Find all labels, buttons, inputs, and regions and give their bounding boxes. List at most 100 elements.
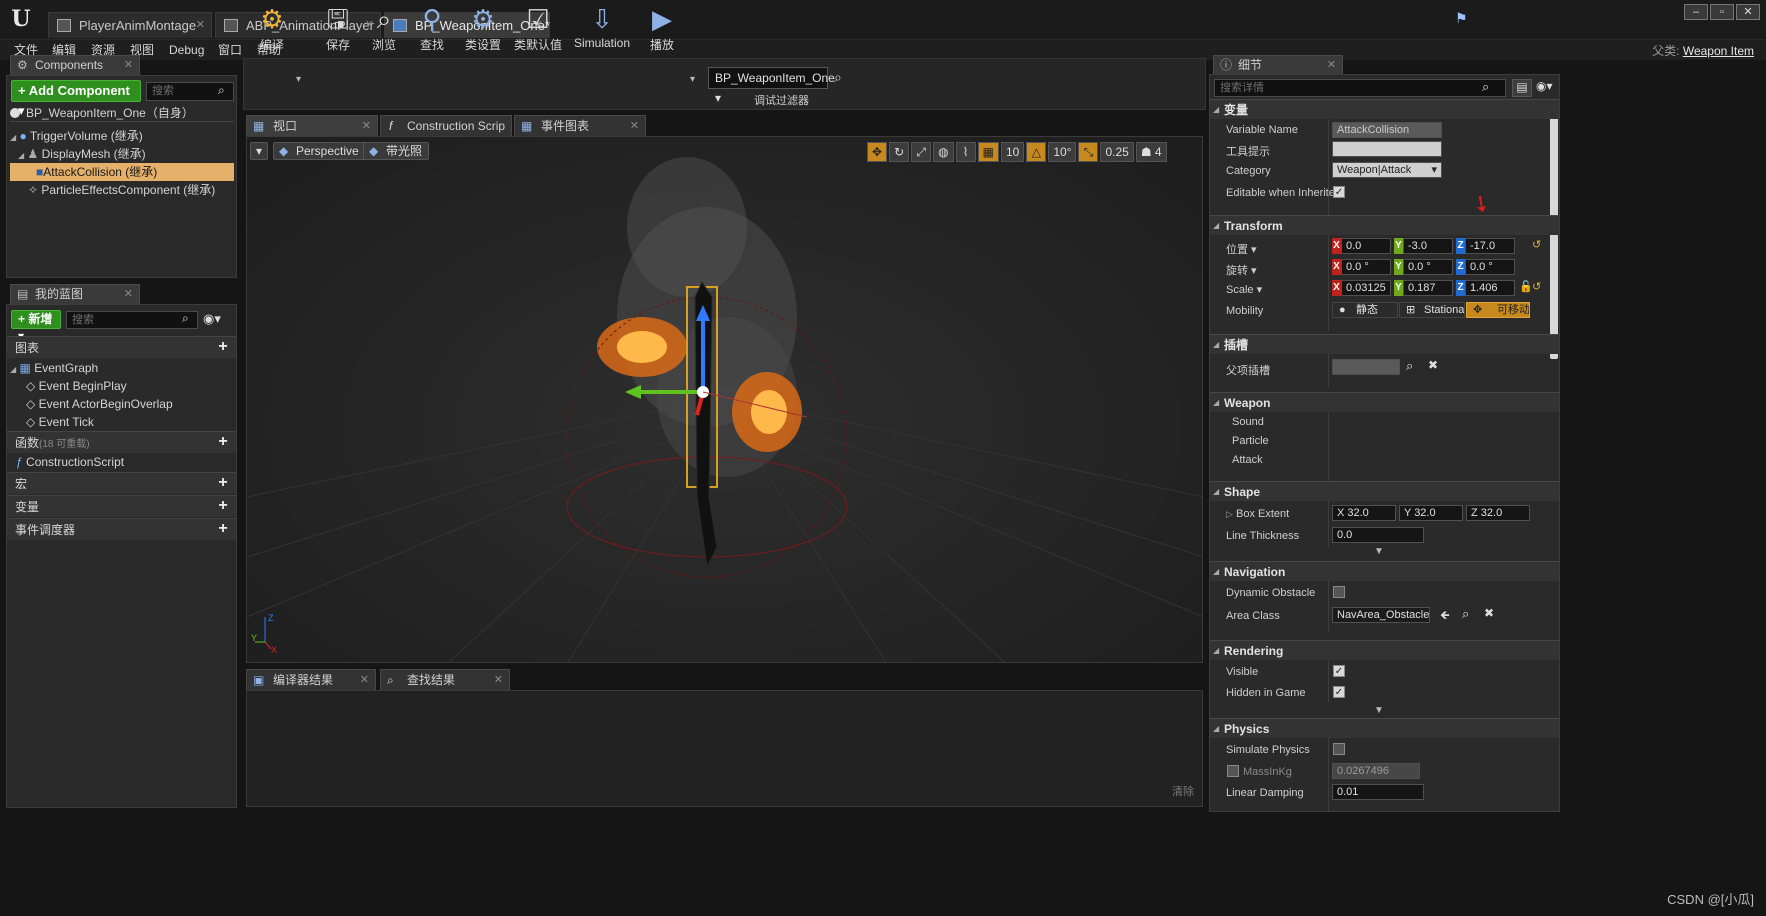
- rotation-y-field[interactable]: 0.0 °: [1403, 259, 1453, 275]
- section-navigation[interactable]: Navigation: [1210, 561, 1559, 582]
- mobility-stationary-option[interactable]: ⊞ Stationa: [1399, 302, 1465, 318]
- tooltip-field[interactable]: [1332, 141, 1442, 157]
- play-options-dropdown[interactable]: ▾: [690, 74, 695, 85]
- rotation-snap-icon[interactable]: △: [1026, 142, 1047, 162]
- event-graph-item[interactable]: ◢ ▦ EventGraph: [10, 359, 234, 377]
- tab-construction-script[interactable]: f Construction Scrip: [380, 115, 512, 136]
- close-icon[interactable]: ✕: [196, 13, 205, 38]
- add-variable-icon[interactable]: +: [216, 498, 230, 514]
- variable-name-field[interactable]: AttackCollision: [1332, 122, 1442, 138]
- blueprint-search-input[interactable]: 搜索: [66, 311, 198, 329]
- class-defaults-button[interactable]: ☑ 类默认值: [510, 2, 566, 52]
- browse-icon[interactable]: ⌕: [1462, 606, 1469, 622]
- component-attack-collision[interactable]: ■AttackCollision (继承): [10, 163, 234, 181]
- tab-compiler-results[interactable]: ▣ 编译器结果 ✕: [246, 669, 376, 690]
- search-icon[interactable]: ⌕: [1482, 79, 1489, 95]
- debug-search-icon[interactable]: ⌕: [834, 69, 842, 86]
- variables-section[interactable]: 变量 +: [7, 495, 236, 517]
- add-macro-icon[interactable]: +: [216, 475, 230, 491]
- use-selected-icon[interactable]: 🡸: [1440, 606, 1450, 627]
- location-y-field[interactable]: -3.0: [1403, 238, 1453, 254]
- area-class-dropdown[interactable]: NavArea_Obstacle ▾: [1332, 607, 1430, 623]
- tab-viewport[interactable]: ▦ 视口 ✕: [246, 115, 378, 136]
- play-button[interactable]: ▶ 播放: [636, 2, 688, 52]
- grid-snap-value[interactable]: 10: [1000, 142, 1025, 162]
- rotation-z-field[interactable]: 0.0 °: [1465, 259, 1515, 275]
- search-icon[interactable]: ⌕: [182, 311, 189, 326]
- find-button[interactable]: ⚲ 查找: [406, 2, 458, 52]
- camera-speed-icon[interactable]: ☗ 4: [1135, 142, 1167, 162]
- surface-snap-icon[interactable]: ⌇: [955, 142, 976, 162]
- parent-class-link[interactable]: Weapon Item: [1683, 44, 1754, 58]
- close-icon[interactable]: ✕: [1327, 56, 1336, 75]
- component-trigger-volume[interactable]: ◢ ● TriggerVolume (继承): [10, 127, 234, 145]
- rotation-label[interactable]: 旋转 ▾: [1226, 262, 1257, 278]
- scale-x-field[interactable]: 0.03125: [1341, 280, 1391, 296]
- section-variable[interactable]: 变量: [1210, 99, 1559, 120]
- section-transform[interactable]: Transform: [1210, 215, 1559, 236]
- doc-tab-player-anim-montage[interactable]: PlayerAnimMontage ✕: [48, 12, 212, 38]
- scale-snap-icon[interactable]: ⤡: [1078, 142, 1099, 162]
- eye-icon[interactable]: ◉▾: [1536, 79, 1553, 93]
- minimize-button[interactable]: –: [1684, 4, 1708, 20]
- expand-icon[interactable]: ◢: [10, 133, 16, 142]
- add-graph-icon[interactable]: +: [216, 339, 230, 355]
- tab-event-graph[interactable]: ▦ 事件图表 ✕: [514, 115, 646, 136]
- location-z-field[interactable]: -17.0: [1465, 238, 1515, 254]
- lit-mode-button[interactable]: ◆ 带光照: [363, 142, 430, 160]
- menu-debug[interactable]: Debug: [169, 40, 204, 60]
- browse-button[interactable]: ⌕ 浏览: [358, 2, 410, 52]
- simulate-physics-checkbox[interactable]: [1333, 743, 1345, 755]
- hidden-in-game-checkbox[interactable]: ✓: [1333, 686, 1345, 698]
- debug-object-dropdown[interactable]: BP_WeaponItem_One ▾: [708, 67, 835, 105]
- scale-snap-value[interactable]: 0.25: [1100, 142, 1134, 162]
- gizmo-y-arrow[interactable]: [625, 385, 641, 399]
- components-tab[interactable]: ⚙ Components ✕: [10, 55, 140, 75]
- visible-checkbox[interactable]: ✓: [1333, 665, 1345, 677]
- reset-to-default-icon[interactable]: ↺: [1532, 280, 1541, 293]
- unreal-logo-icon[interactable]: U: [6, 4, 36, 34]
- details-tab[interactable]: ⓘ 细节 ✕: [1213, 55, 1343, 75]
- event-tick[interactable]: ◇ Event Tick: [26, 413, 234, 431]
- compile-options-dropdown[interactable]: ▾: [296, 74, 301, 85]
- add-component-button[interactable]: + Add Component ▾: [11, 80, 141, 118]
- macros-section[interactable]: 宏 +: [7, 472, 236, 494]
- scale-z-field[interactable]: 1.406: [1465, 280, 1515, 296]
- rotate-mode-icon[interactable]: ↻: [889, 142, 910, 162]
- section-rendering[interactable]: Rendering: [1210, 640, 1559, 661]
- search-icon[interactable]: ⌕: [1406, 358, 1413, 374]
- close-icon[interactable]: ✕: [362, 116, 371, 136]
- linear-damping-field[interactable]: 0.01: [1332, 784, 1424, 800]
- mass-override-checkbox[interactable]: [1227, 765, 1239, 777]
- grid-snap-icon[interactable]: ▦: [977, 142, 999, 162]
- close-icon[interactable]: ✕: [360, 670, 369, 690]
- clear-icon[interactable]: ✖: [1428, 358, 1438, 372]
- component-particle-effects[interactable]: ✧ ParticleEffectsComponent (继承): [28, 181, 234, 199]
- show-advanced-icon[interactable]: ▼: [1374, 546, 1384, 557]
- clear-output-button[interactable]: 清除: [1172, 783, 1194, 799]
- scale-y-field[interactable]: 0.187: [1403, 280, 1453, 296]
- graphs-section[interactable]: 图表 +: [7, 336, 236, 358]
- editable-when-inherited-checkbox[interactable]: ✓: [1333, 186, 1345, 198]
- section-weapon[interactable]: Weapon: [1210, 392, 1559, 413]
- maximize-button[interactable]: ▫: [1710, 4, 1734, 20]
- viewport-options-dropdown[interactable]: ▾: [250, 142, 269, 160]
- location-label[interactable]: 位置 ▾: [1226, 241, 1257, 257]
- dynamic-obstacle-checkbox[interactable]: [1333, 586, 1345, 598]
- parent-socket-field[interactable]: [1332, 359, 1400, 375]
- event-begin-play[interactable]: ◇ Event BeginPlay: [26, 377, 234, 395]
- component-display-mesh[interactable]: ◢ ♟ DisplayMesh (继承): [18, 145, 234, 163]
- construction-script-item[interactable]: ƒ ConstructionScript: [16, 453, 234, 471]
- weapon-attack-category[interactable]: Attack: [1232, 454, 1263, 466]
- close-icon[interactable]: ✕: [630, 116, 639, 136]
- tab-find-results[interactable]: ⌕ 查找结果 ✕: [380, 669, 510, 690]
- my-blueprint-tab[interactable]: ▤ 我的蓝图 ✕: [10, 284, 140, 304]
- mobility-movable-option[interactable]: ✥ 可移动: [1466, 302, 1530, 318]
- add-dispatcher-icon[interactable]: +: [216, 521, 230, 537]
- box-extent-z-field[interactable]: Z 32.0: [1466, 505, 1530, 521]
- simulation-button[interactable]: ⇩ Simulation: [572, 2, 632, 50]
- close-window-button[interactable]: ✕: [1736, 4, 1760, 20]
- section-sockets[interactable]: 插槽: [1210, 334, 1559, 355]
- new-button[interactable]: + 新增 ▾: [11, 310, 61, 343]
- show-advanced-icon[interactable]: ▼: [1374, 705, 1384, 716]
